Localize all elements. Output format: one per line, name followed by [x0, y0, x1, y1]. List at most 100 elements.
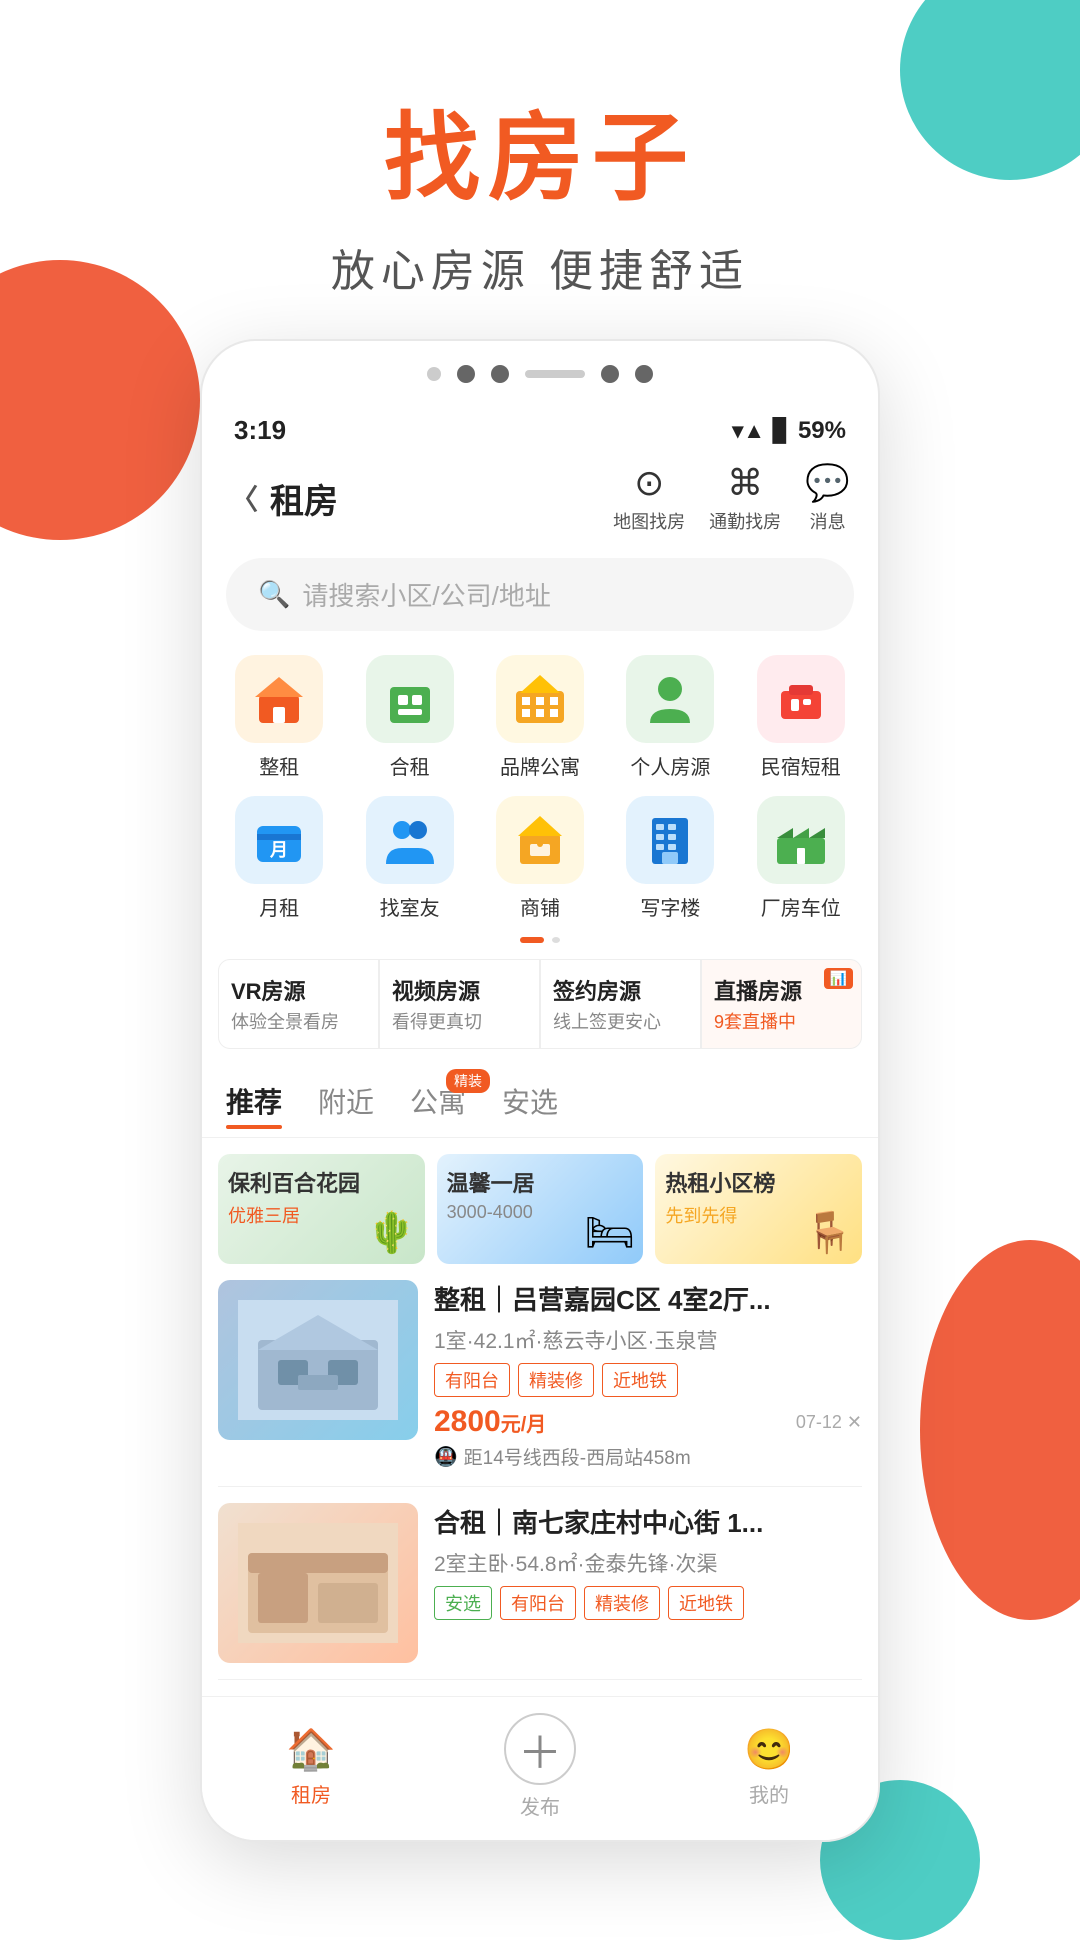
- tab-apartment[interactable]: 公寓 精装: [410, 1081, 466, 1129]
- listing-img-1: [218, 1280, 418, 1440]
- status-time: 3:19: [234, 415, 286, 446]
- commute-label: 通勤找房: [709, 508, 781, 534]
- page-dot-inactive: [552, 937, 560, 943]
- brand-label: 品牌公寓: [500, 751, 580, 780]
- phone-mockup-wrapper: 3:19 ▾▲ ▊ 59% 〈 租房 ⊙ 地图找房 ⌘ 通勤找房: [0, 339, 1080, 1842]
- dot-1: [427, 367, 441, 381]
- roommate-label: 找室友: [380, 892, 440, 921]
- factory-icon: [757, 796, 845, 884]
- page-dot-active: [520, 937, 544, 943]
- shop-icon: [496, 796, 584, 884]
- tag-metro: 近地铁: [602, 1363, 678, 1397]
- nav-left[interactable]: 〈 租房: [230, 474, 338, 523]
- vr-title: VR房源: [231, 974, 366, 1006]
- map-icon: ⊙: [634, 462, 664, 504]
- monthly-label: 月租: [259, 892, 299, 921]
- mine-label: 我的: [749, 1779, 789, 1808]
- promo-decoration-1: 🌵: [367, 1209, 417, 1256]
- dot-4-active: [601, 365, 619, 383]
- page-indicator: [202, 929, 878, 951]
- listing-img-placeholder-1: [218, 1280, 418, 1440]
- vr-feature-banner[interactable]: VR房源 体验全景看房: [218, 959, 379, 1049]
- rent-label: 租房: [291, 1779, 331, 1808]
- dot-2-active: [457, 365, 475, 383]
- zhenzu-icon: [235, 655, 323, 743]
- tab-selected[interactable]: 安选: [502, 1081, 558, 1129]
- factory-label: 厂房车位: [761, 892, 841, 921]
- listing-price-row-1: 2800元/月 07-12 ✕: [434, 1405, 862, 1439]
- status-right: ▾▲ ▊ 59%: [732, 417, 846, 445]
- video-feature-banner[interactable]: 视频房源 看得更真切: [379, 959, 540, 1049]
- category-office[interactable]: 写字楼: [609, 796, 731, 921]
- listing-tags-1: 有阳台 精装修 近地铁: [434, 1363, 862, 1397]
- category-brand[interactable]: 品牌公寓: [479, 655, 601, 780]
- personal-icon: [626, 655, 714, 743]
- map-label: 地图找房: [613, 508, 685, 534]
- wifi-icon: ▾▲: [732, 418, 765, 444]
- commute-icon: ⌘: [727, 462, 763, 504]
- phone-mockup: 3:19 ▾▲ ▊ 59% 〈 租房 ⊙ 地图找房 ⌘ 通勤找房: [200, 339, 880, 1842]
- promo-card-2[interactable]: 温馨一居 3000-4000 🛏: [437, 1154, 644, 1264]
- listing-title-1: 整租｜吕营嘉园C区 4室2厅...: [434, 1280, 862, 1317]
- message-button[interactable]: 💬 消息: [805, 462, 850, 534]
- monthly-icon: 月: [235, 796, 323, 884]
- listing-card-2[interactable]: 合租｜南七家庄村中心街 1... 2室主卧·54.8㎡·金泰先锋·次渠 安选 有…: [218, 1503, 862, 1680]
- promo-card-1[interactable]: 保利百合花园 优雅三居 🌵: [218, 1154, 425, 1264]
- vr-sub: 体验全景看房: [231, 1008, 366, 1034]
- promo-cards-row: 保利百合花园 优雅三居 🌵 温馨一居 3000-4000 🛏 热租小区榜 先到先…: [202, 1138, 878, 1272]
- bottom-nav-rent[interactable]: 🏠 租房: [286, 1726, 336, 1808]
- shop-label: 商铺: [520, 892, 560, 921]
- listing-metro-1: 🚇 距14号线西段-西局站458m: [434, 1443, 862, 1470]
- category-shortrent[interactable]: 民宿短租: [740, 655, 862, 780]
- category-hezu[interactable]: 合租: [348, 655, 470, 780]
- promo-card-3[interactable]: 热租小区榜 先到先得 🪑: [655, 1154, 862, 1264]
- hezu-label: 合租: [390, 751, 430, 780]
- category-grid-row1: 整租 合租 品牌公寓 个人房源: [202, 647, 878, 788]
- sign-sub: 线上签更安心: [553, 1008, 688, 1034]
- feature-banners: VR房源 体验全景看房 视频房源 看得更真切 签约房源 线上签更安心 📊 直播房…: [218, 959, 862, 1049]
- bottom-nav-publish[interactable]: ＋ 发布: [504, 1713, 576, 1820]
- apartment-badge: 精装: [446, 1069, 490, 1093]
- dot-3-active: [491, 365, 509, 383]
- map-find-button[interactable]: ⊙ 地图找房: [613, 462, 685, 534]
- category-roommate[interactable]: 找室友: [348, 796, 470, 921]
- sign-feature-banner[interactable]: 签约房源 线上签更安心: [540, 959, 701, 1049]
- sign-title: 签约房源: [553, 974, 688, 1006]
- promo-title-2: 温馨一居: [437, 1154, 644, 1202]
- category-factory[interactable]: 厂房车位: [740, 796, 862, 921]
- promo-title-3: 热租小区榜: [655, 1154, 862, 1202]
- video-title: 视频房源: [392, 974, 527, 1006]
- listing-tags-2: 安选 有阳台 精装修 近地铁: [434, 1586, 862, 1620]
- status-bar: 3:19 ▾▲ ▊ 59%: [202, 399, 878, 454]
- content-tabs: 推荐 附近 公寓 精装 安选: [202, 1065, 878, 1138]
- signal-icon: ▊: [773, 418, 790, 444]
- search-bar[interactable]: 🔍 请搜索小区/公司/地址: [226, 558, 854, 631]
- hezu-icon: [366, 655, 454, 743]
- tab-nearby[interactable]: 附近: [318, 1081, 374, 1129]
- category-monthly[interactable]: 月 月租: [218, 796, 340, 921]
- shortrent-label: 民宿短租: [761, 751, 841, 780]
- tab-recommend[interactable]: 推荐: [226, 1081, 282, 1129]
- back-arrow-icon[interactable]: 〈: [230, 478, 258, 518]
- publish-button[interactable]: ＋: [504, 1713, 576, 1785]
- dot-line: [525, 370, 585, 378]
- bottom-nav-mine[interactable]: 😊 我的: [744, 1726, 794, 1808]
- category-personal[interactable]: 个人房源: [609, 655, 731, 780]
- tag-certified: 安选: [434, 1586, 492, 1620]
- shortrent-icon: [757, 655, 845, 743]
- listing-detail-1: 1室·42.1㎡·慈云寺小区·玉泉营: [434, 1325, 862, 1355]
- commute-find-button[interactable]: ⌘ 通勤找房: [709, 462, 781, 534]
- listing-price-1: 2800元/月: [434, 1405, 546, 1439]
- rent-icon: 🏠: [286, 1726, 336, 1773]
- svg-text:月: 月: [269, 840, 288, 860]
- tag-decorated: 精装修: [518, 1363, 594, 1397]
- search-icon: 🔍: [258, 579, 290, 610]
- listing-detail-2: 2室主卧·54.8㎡·金泰先锋·次渠: [434, 1548, 862, 1578]
- zhenzu-label: 整租: [259, 751, 299, 780]
- live-feature-banner[interactable]: 📊 直播房源 9套直播中: [701, 959, 862, 1049]
- category-shop[interactable]: 商铺: [479, 796, 601, 921]
- listing-card-1[interactable]: 整租｜吕营嘉园C区 4室2厅... 1室·42.1㎡·慈云寺小区·玉泉营 有阳台…: [218, 1280, 862, 1487]
- promo-decoration-2: 🛏: [585, 1209, 636, 1256]
- category-zhenzu[interactable]: 整租: [218, 655, 340, 780]
- live-count: 9套直播中: [714, 1008, 849, 1034]
